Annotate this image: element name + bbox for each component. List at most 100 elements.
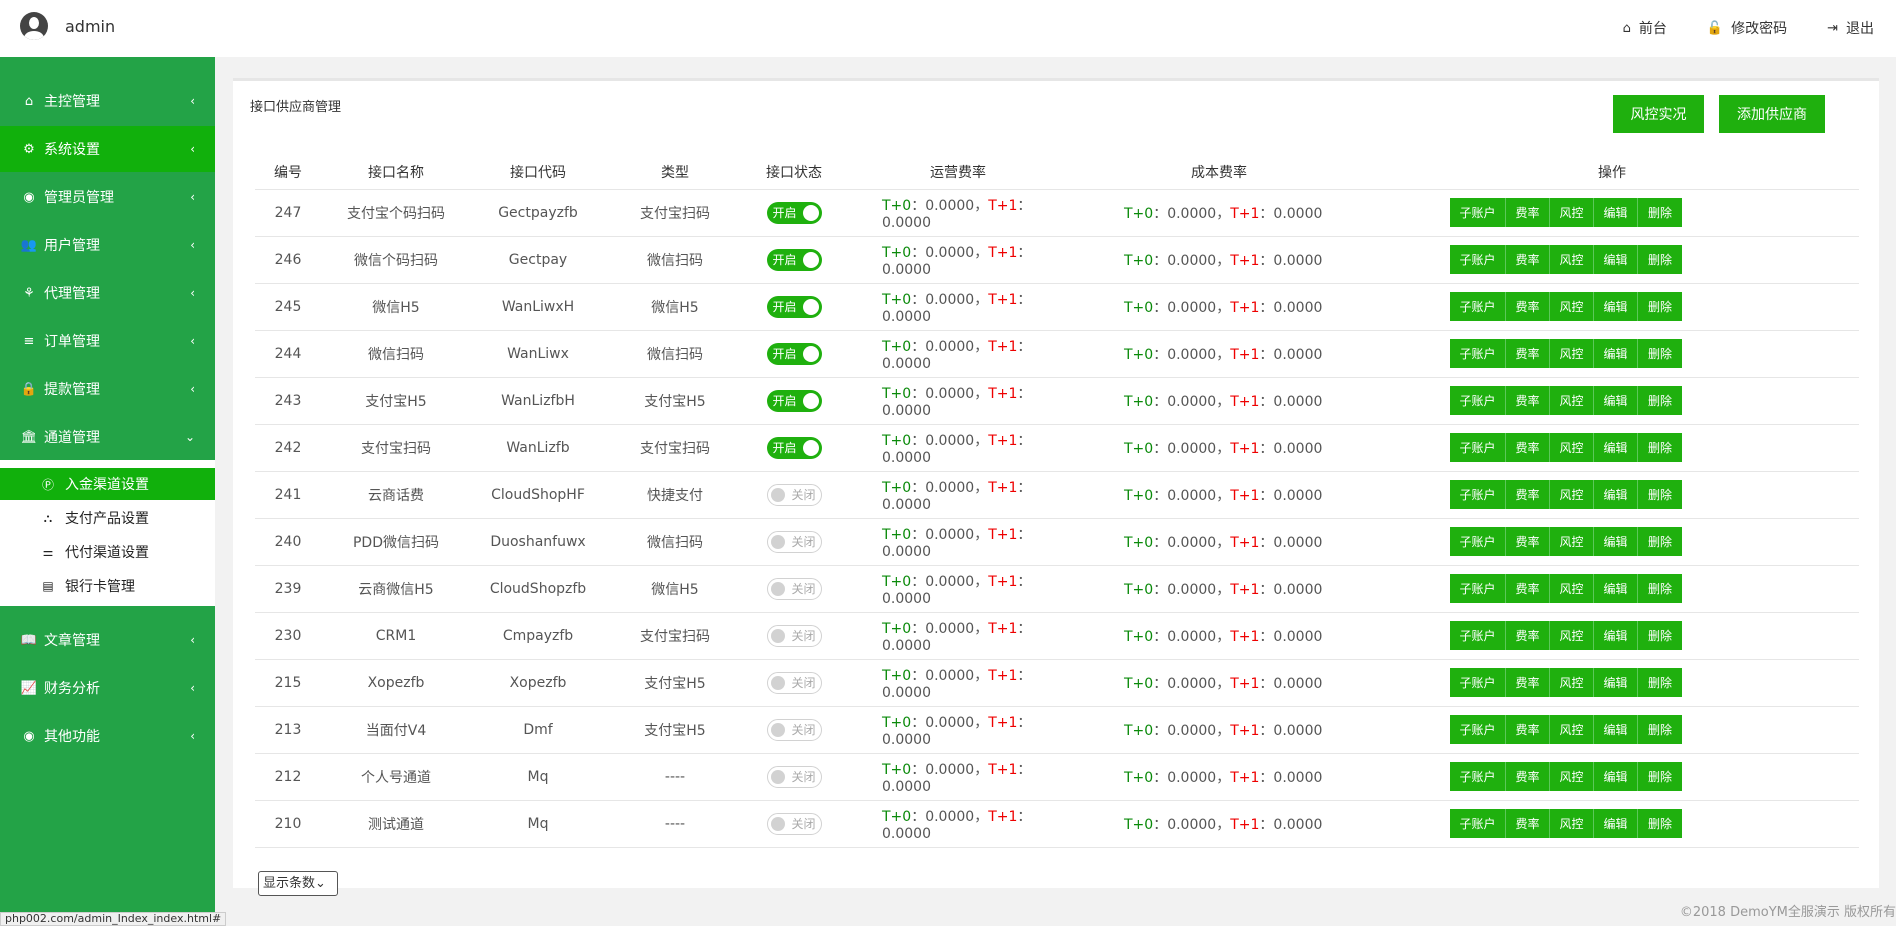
rate-button[interactable]: 费率	[1506, 292, 1550, 321]
edit-button[interactable]: 编辑	[1594, 668, 1638, 697]
sidebar-item-order-management[interactable]: ≡ 订单管理 ‹	[0, 318, 215, 364]
risk-control-button[interactable]: 风控	[1550, 715, 1594, 744]
delete-button[interactable]: 删除	[1638, 292, 1682, 321]
sub-account-button[interactable]: 子账户	[1450, 198, 1506, 227]
rate-button[interactable]: 费率	[1506, 762, 1550, 791]
risk-control-button[interactable]: 风控	[1550, 527, 1594, 556]
status-toggle[interactable]: 关闭	[766, 577, 822, 600]
edit-button[interactable]: 编辑	[1594, 715, 1638, 744]
edit-button[interactable]: 编辑	[1594, 386, 1638, 415]
edit-button[interactable]: 编辑	[1594, 433, 1638, 462]
rate-button[interactable]: 费率	[1506, 668, 1550, 697]
status-toggle[interactable]: 开启	[766, 248, 822, 271]
sidebar-item-admin-management[interactable]: ◉ 管理员管理 ‹	[0, 174, 215, 220]
sidebar-item-article-management[interactable]: 📖 文章管理 ‹	[0, 617, 215, 663]
add-supplier-button[interactable]: 添加供应商	[1719, 95, 1825, 133]
status-toggle[interactable]: 关闭	[766, 765, 822, 788]
status-toggle[interactable]: 关闭	[766, 624, 822, 647]
risk-control-button[interactable]: 风控	[1550, 809, 1594, 838]
risk-control-button[interactable]: 风控	[1550, 762, 1594, 791]
sidebar-subitem-payment-product[interactable]: ⛬ 支付产品设置	[0, 502, 215, 534]
sub-account-button[interactable]: 子账户	[1450, 715, 1506, 744]
sub-account-button[interactable]: 子账户	[1450, 292, 1506, 321]
edit-button[interactable]: 编辑	[1594, 574, 1638, 603]
delete-button[interactable]: 删除	[1638, 245, 1682, 274]
sidebar-subitem-bank-card[interactable]: ▤ 银行卡管理	[0, 570, 215, 602]
edit-button[interactable]: 编辑	[1594, 621, 1638, 650]
rate-button[interactable]: 费率	[1506, 621, 1550, 650]
change-password-link[interactable]: 🔓 修改密码	[1707, 18, 1787, 38]
delete-button[interactable]: 删除	[1638, 621, 1682, 650]
risk-control-button[interactable]: 风控	[1550, 621, 1594, 650]
edit-button[interactable]: 编辑	[1594, 292, 1638, 321]
risk-control-button[interactable]: 风控	[1550, 198, 1594, 227]
sidebar-item-user-management[interactable]: 👥 用户管理 ‹	[0, 222, 215, 268]
edit-button[interactable]: 编辑	[1594, 480, 1638, 509]
status-toggle[interactable]: 关闭	[766, 530, 822, 553]
edit-button[interactable]: 编辑	[1594, 339, 1638, 368]
sidebar-item-other-functions[interactable]: ◉ 其他功能 ‹	[0, 713, 215, 759]
risk-control-button[interactable]: 风控	[1550, 292, 1594, 321]
rate-button[interactable]: 费率	[1506, 433, 1550, 462]
delete-button[interactable]: 删除	[1638, 527, 1682, 556]
delete-button[interactable]: 删除	[1638, 715, 1682, 744]
status-toggle[interactable]: 关闭	[766, 812, 822, 835]
sidebar-item-channel-management[interactable]: 🏛 通道管理 ⌄	[0, 414, 215, 460]
username[interactable]: admin	[65, 17, 115, 36]
risk-control-button[interactable]: 风控	[1550, 433, 1594, 462]
risk-control-button[interactable]: 风控	[1550, 245, 1594, 274]
rate-button[interactable]: 费率	[1506, 339, 1550, 368]
risk-control-button[interactable]: 风控	[1550, 339, 1594, 368]
status-toggle[interactable]: 关闭	[766, 671, 822, 694]
sub-account-button[interactable]: 子账户	[1450, 245, 1506, 274]
risk-monitor-button[interactable]: 风控实况	[1613, 95, 1704, 133]
logout-link[interactable]: ⇥ 退出	[1827, 18, 1874, 38]
sub-account-button[interactable]: 子账户	[1450, 433, 1506, 462]
sidebar-item-finance-analysis[interactable]: 📈 财务分析 ‹	[0, 665, 215, 711]
sub-account-button[interactable]: 子账户	[1450, 574, 1506, 603]
delete-button[interactable]: 删除	[1638, 574, 1682, 603]
status-toggle[interactable]: 关闭	[766, 718, 822, 741]
status-toggle[interactable]: 开启	[766, 295, 822, 318]
delete-button[interactable]: 删除	[1638, 809, 1682, 838]
status-toggle[interactable]: 开启	[766, 201, 822, 224]
delete-button[interactable]: 删除	[1638, 433, 1682, 462]
rate-button[interactable]: 费率	[1506, 574, 1550, 603]
sidebar-subitem-deposit-channel[interactable]: Ⓟ 入金渠道设置	[0, 468, 215, 500]
delete-button[interactable]: 删除	[1638, 480, 1682, 509]
page-size-select[interactable]: 显示条数⌄	[258, 871, 338, 896]
rate-button[interactable]: 费率	[1506, 809, 1550, 838]
sidebar-item-agent-management[interactable]: ⚘ 代理管理 ‹	[0, 270, 215, 316]
sidebar-item-main-control[interactable]: ⌂ 主控管理 ‹	[0, 78, 215, 124]
edit-button[interactable]: 编辑	[1594, 809, 1638, 838]
risk-control-button[interactable]: 风控	[1550, 386, 1594, 415]
rate-button[interactable]: 费率	[1506, 386, 1550, 415]
sub-account-button[interactable]: 子账户	[1450, 527, 1506, 556]
delete-button[interactable]: 删除	[1638, 386, 1682, 415]
sub-account-button[interactable]: 子账户	[1450, 762, 1506, 791]
frontend-link[interactable]: ⌂ 前台	[1623, 18, 1667, 38]
rate-button[interactable]: 费率	[1506, 198, 1550, 227]
rate-button[interactable]: 费率	[1506, 480, 1550, 509]
sub-account-button[interactable]: 子账户	[1450, 339, 1506, 368]
sub-account-button[interactable]: 子账户	[1450, 809, 1506, 838]
status-toggle[interactable]: 关闭	[766, 483, 822, 506]
status-toggle[interactable]: 开启	[766, 342, 822, 365]
rate-button[interactable]: 费率	[1506, 715, 1550, 744]
delete-button[interactable]: 删除	[1638, 198, 1682, 227]
delete-button[interactable]: 删除	[1638, 762, 1682, 791]
rate-button[interactable]: 费率	[1506, 245, 1550, 274]
avatar[interactable]	[20, 12, 48, 40]
risk-control-button[interactable]: 风控	[1550, 574, 1594, 603]
edit-button[interactable]: 编辑	[1594, 527, 1638, 556]
delete-button[interactable]: 删除	[1638, 339, 1682, 368]
edit-button[interactable]: 编辑	[1594, 762, 1638, 791]
sub-account-button[interactable]: 子账户	[1450, 668, 1506, 697]
status-toggle[interactable]: 开启	[766, 389, 822, 412]
sub-account-button[interactable]: 子账户	[1450, 386, 1506, 415]
status-toggle[interactable]: 开启	[766, 436, 822, 459]
edit-button[interactable]: 编辑	[1594, 198, 1638, 227]
delete-button[interactable]: 删除	[1638, 668, 1682, 697]
sidebar-item-system-settings[interactable]: ⚙ 系统设置 ‹	[0, 126, 215, 172]
sub-account-button[interactable]: 子账户	[1450, 480, 1506, 509]
